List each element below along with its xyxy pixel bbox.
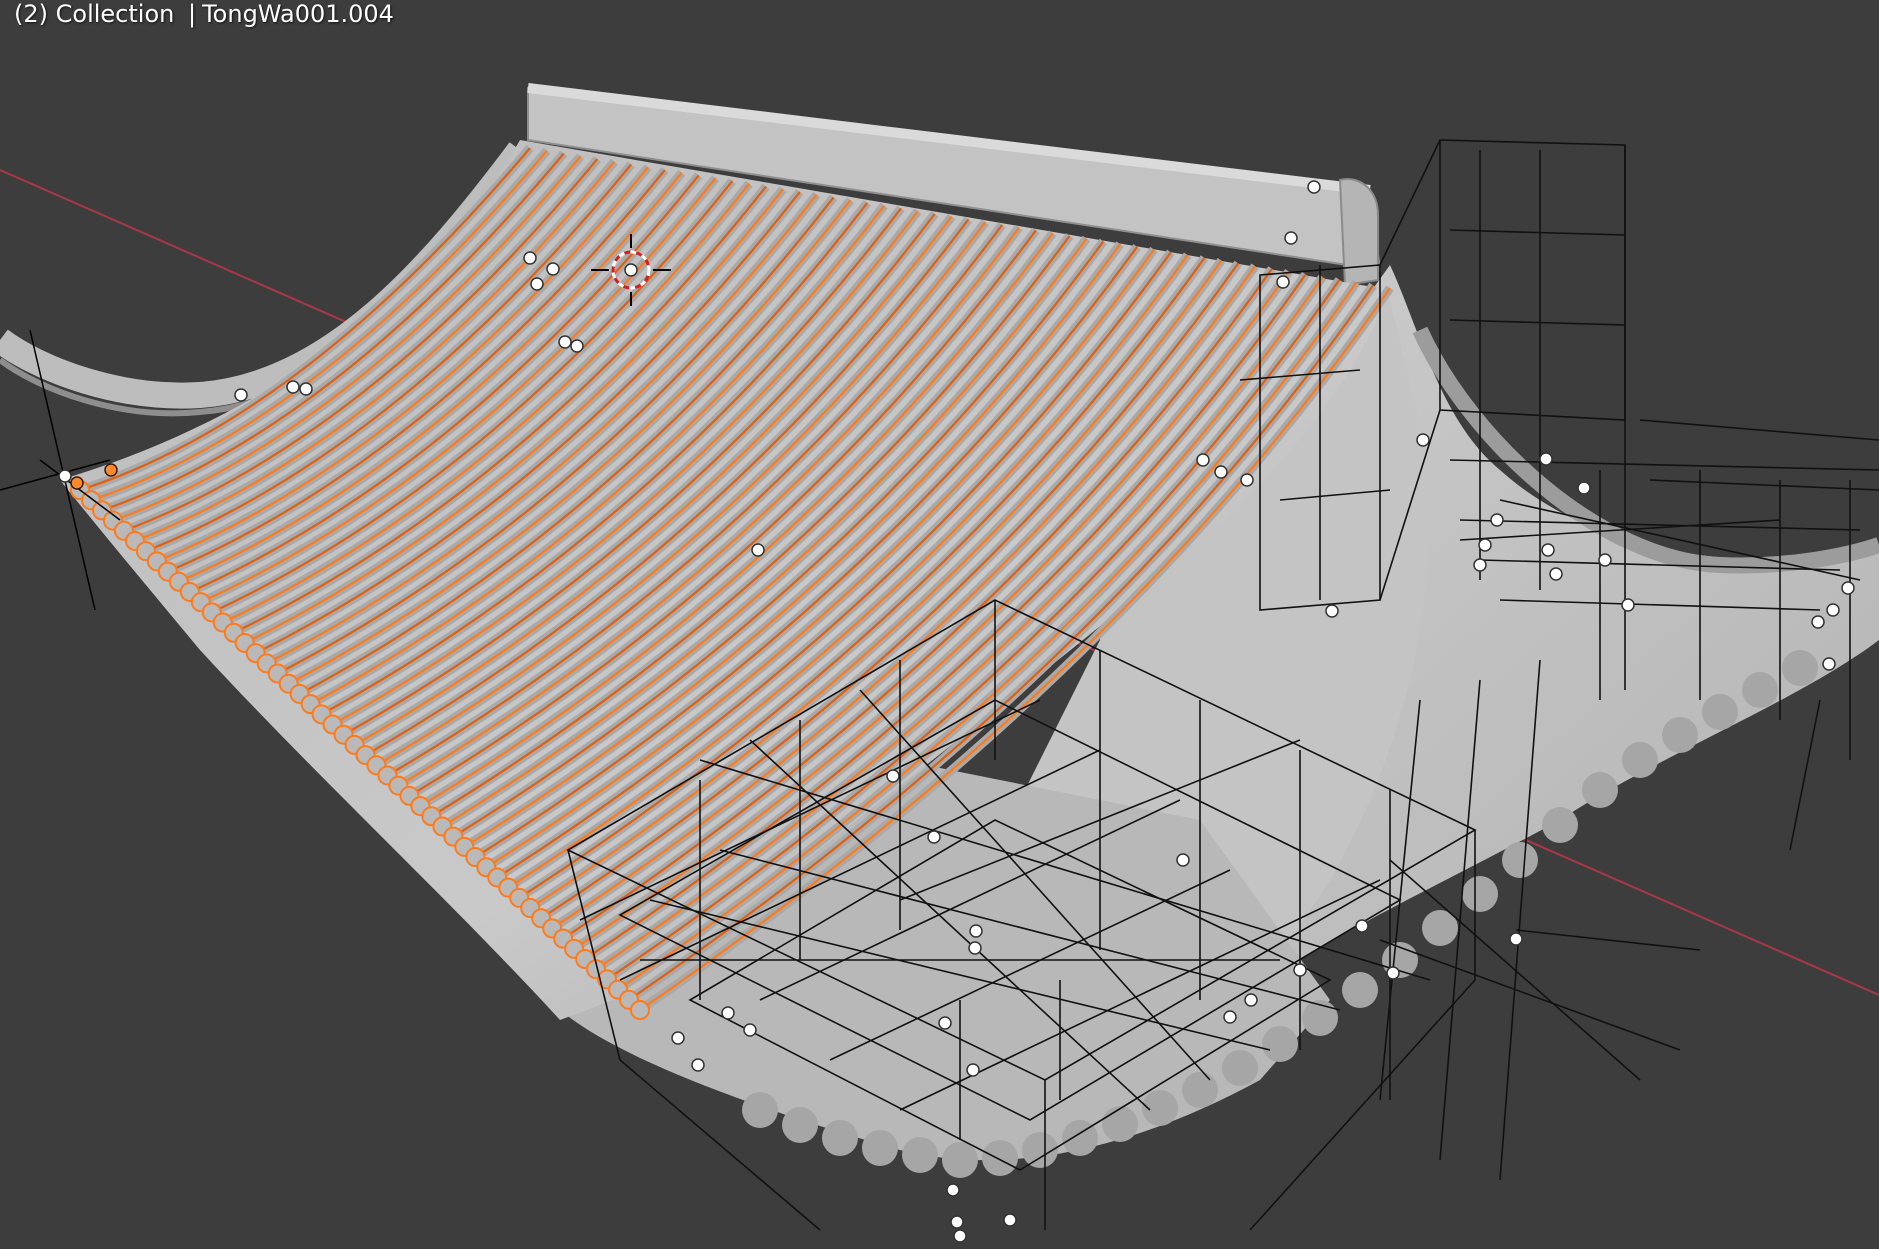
active-object-name: TongWa001.004 <box>202 0 394 28</box>
3d-viewport[interactable]: (2) Collection | TongWa001.004 <box>0 0 1879 1249</box>
tile-cap <box>630 1000 650 1020</box>
info-separator: | <box>188 0 197 28</box>
viewport-scene[interactable] <box>0 0 1879 1249</box>
collection-name: Collection <box>55 0 175 28</box>
ridge-end <box>1338 178 1379 287</box>
viewport-object-info: (2) Collection | TongWa001.004 <box>14 0 394 28</box>
frame-number: (2) <box>14 0 48 28</box>
